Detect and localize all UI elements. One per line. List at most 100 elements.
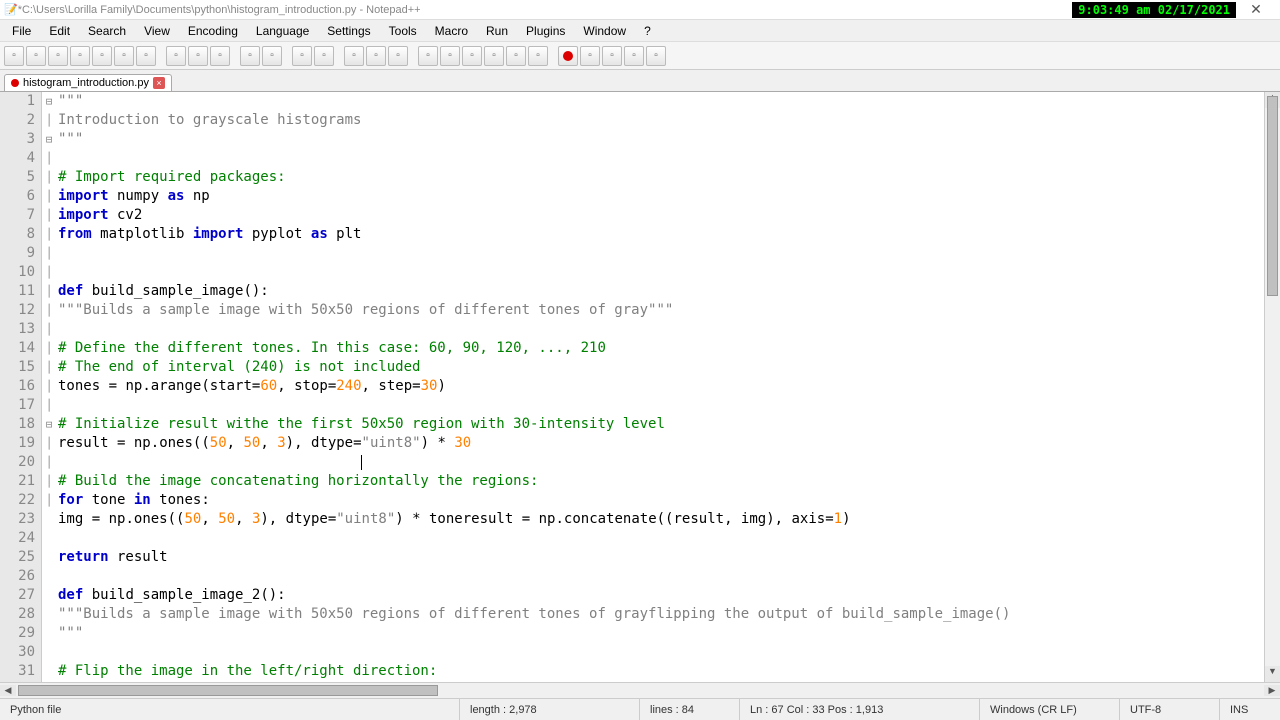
sync-button[interactable]: ▫ [388, 46, 408, 66]
code-line[interactable]: """ [58, 92, 1264, 111]
fold-marker[interactable]: │ [42, 320, 56, 339]
menu-view[interactable]: View [136, 22, 178, 40]
horizontal-scrollbar[interactable]: ◀ ▶ [0, 682, 1280, 698]
wrap-button[interactable]: ▫ [418, 46, 438, 66]
code-line[interactable]: # Initialize result withe the first 50x5… [58, 415, 1264, 434]
fold-marker[interactable]: │ [42, 453, 56, 472]
fold-marker[interactable]: │ [42, 282, 56, 301]
code-line[interactable]: Introduction to grayscale histograms [58, 111, 1264, 130]
fold-marker[interactable]: │ [42, 396, 56, 415]
all-chars-button[interactable]: ▫ [440, 46, 460, 66]
code-line[interactable]: """ [58, 624, 1264, 643]
fold-marker[interactable]: ⊟ [42, 130, 56, 149]
code-line[interactable]: def build_sample_image(): [58, 282, 1264, 301]
zoom-in-button[interactable]: ▫ [344, 46, 364, 66]
menu-help[interactable]: ? [636, 22, 659, 40]
window-close-button[interactable]: ✕ [1236, 1, 1276, 18]
code-line[interactable] [58, 567, 1264, 586]
code-line[interactable]: # Flip the image in the left/right direc… [58, 662, 1264, 681]
vertical-scrollbar[interactable]: ▲ ▼ [1264, 92, 1280, 682]
code-line[interactable]: import numpy as np [58, 187, 1264, 206]
fold-marker[interactable]: ⊟ [42, 415, 56, 434]
code-line[interactable] [58, 320, 1264, 339]
scroll-down-arrow[interactable]: ▼ [1265, 666, 1280, 682]
scroll-right-arrow[interactable]: ▶ [1264, 685, 1280, 696]
menu-settings[interactable]: Settings [319, 22, 378, 40]
code-line[interactable]: tones = np.arange(start=60, stop=240, st… [58, 377, 1264, 396]
fold-marker[interactable]: │ [42, 301, 56, 320]
code-line[interactable] [58, 244, 1264, 263]
code-line[interactable]: import cv2 [58, 206, 1264, 225]
fold-marker[interactable]: │ [42, 377, 56, 396]
fold-marker[interactable]: ⊟ [42, 92, 56, 111]
code-line[interactable]: """Builds a sample image with 50x50 regi… [58, 301, 1264, 320]
indent-button[interactable]: ▫ [462, 46, 482, 66]
code-line[interactable] [58, 643, 1264, 662]
find-button[interactable]: ▫ [292, 46, 312, 66]
menu-tools[interactable]: Tools [381, 22, 425, 40]
fold-marker[interactable]: │ [42, 187, 56, 206]
fold-marker[interactable]: │ [42, 339, 56, 358]
fold-marker[interactable]: │ [42, 472, 56, 491]
fold-marker[interactable]: │ [42, 206, 56, 225]
play-multi-button[interactable]: ▫ [624, 46, 644, 66]
new-button[interactable]: ▫ [4, 46, 24, 66]
menu-run[interactable]: Run [478, 22, 516, 40]
fold-marker[interactable]: │ [42, 168, 56, 187]
close-button[interactable]: ▫ [92, 46, 112, 66]
fold-marker[interactable]: │ [42, 225, 56, 244]
tab-close-button[interactable]: × [153, 77, 165, 89]
code-area[interactable]: """Introduction to grayscale histograms"… [56, 92, 1264, 682]
monitor-button[interactable]: ▫ [528, 46, 548, 66]
code-line[interactable]: """ [58, 130, 1264, 149]
rec-button[interactable] [558, 46, 578, 66]
paste-button[interactable]: ▫ [210, 46, 230, 66]
lang-button[interactable]: ▫ [484, 46, 504, 66]
menu-window[interactable]: Window [575, 22, 634, 40]
code-line[interactable]: # The end of interval (240) is not inclu… [58, 358, 1264, 377]
code-line[interactable]: img = np.ones((50, 50, 3), dtype="uint8"… [58, 510, 1264, 529]
zoom-out-button[interactable]: ▫ [366, 46, 386, 66]
folder-button[interactable]: ▫ [506, 46, 526, 66]
replace-button[interactable]: ▫ [314, 46, 334, 66]
horizontal-scrollbar-track[interactable] [16, 683, 1264, 698]
fold-marker[interactable]: │ [42, 111, 56, 130]
code-line[interactable]: """Builds a sample image with 50x50 regi… [58, 605, 1264, 624]
code-line[interactable] [58, 149, 1264, 168]
file-tab[interactable]: histogram_introduction.py × [4, 74, 172, 91]
print-button[interactable]: ▫ [136, 46, 156, 66]
stop-button[interactable]: ▫ [580, 46, 600, 66]
code-line[interactable] [58, 453, 1264, 472]
code-line[interactable]: from matplotlib import pyplot as plt [58, 225, 1264, 244]
redo-button[interactable]: ▫ [262, 46, 282, 66]
code-line[interactable] [58, 396, 1264, 415]
save-macro-button[interactable]: ▫ [646, 46, 666, 66]
fold-marker[interactable]: │ [42, 149, 56, 168]
code-line[interactable]: result = np.ones((50, 50, 3), dtype="uin… [58, 434, 1264, 453]
copy-button[interactable]: ▫ [188, 46, 208, 66]
menu-macro[interactable]: Macro [427, 22, 476, 40]
fold-column[interactable]: ⊟│ ⊟││││││││││││││ ⊟││││ [42, 92, 56, 682]
save-all-button[interactable]: ▫ [70, 46, 90, 66]
menu-plugins[interactable]: Plugins [518, 22, 573, 40]
code-line[interactable]: # Import required packages: [58, 168, 1264, 187]
save-button[interactable]: ▫ [48, 46, 68, 66]
menu-encoding[interactable]: Encoding [180, 22, 246, 40]
fold-marker[interactable]: │ [42, 434, 56, 453]
fold-marker[interactable]: │ [42, 263, 56, 282]
menu-file[interactable]: File [4, 22, 39, 40]
vertical-scrollbar-thumb[interactable] [1267, 96, 1278, 296]
open-button[interactable]: ▫ [26, 46, 46, 66]
horizontal-scrollbar-thumb[interactable] [18, 685, 438, 696]
menu-language[interactable]: Language [248, 22, 317, 40]
fold-marker[interactable]: │ [42, 358, 56, 377]
code-line[interactable] [58, 263, 1264, 282]
code-line[interactable]: # Build the image concatenating horizont… [58, 472, 1264, 491]
code-line[interactable]: def build_sample_image_2(): [58, 586, 1264, 605]
code-line[interactable]: return result [58, 548, 1264, 567]
menu-edit[interactable]: Edit [41, 22, 78, 40]
scroll-left-arrow[interactable]: ◀ [0, 685, 16, 696]
code-line[interactable]: # Define the different tones. In this ca… [58, 339, 1264, 358]
close-all-button[interactable]: ▫ [114, 46, 134, 66]
play-button[interactable]: ▫ [602, 46, 622, 66]
